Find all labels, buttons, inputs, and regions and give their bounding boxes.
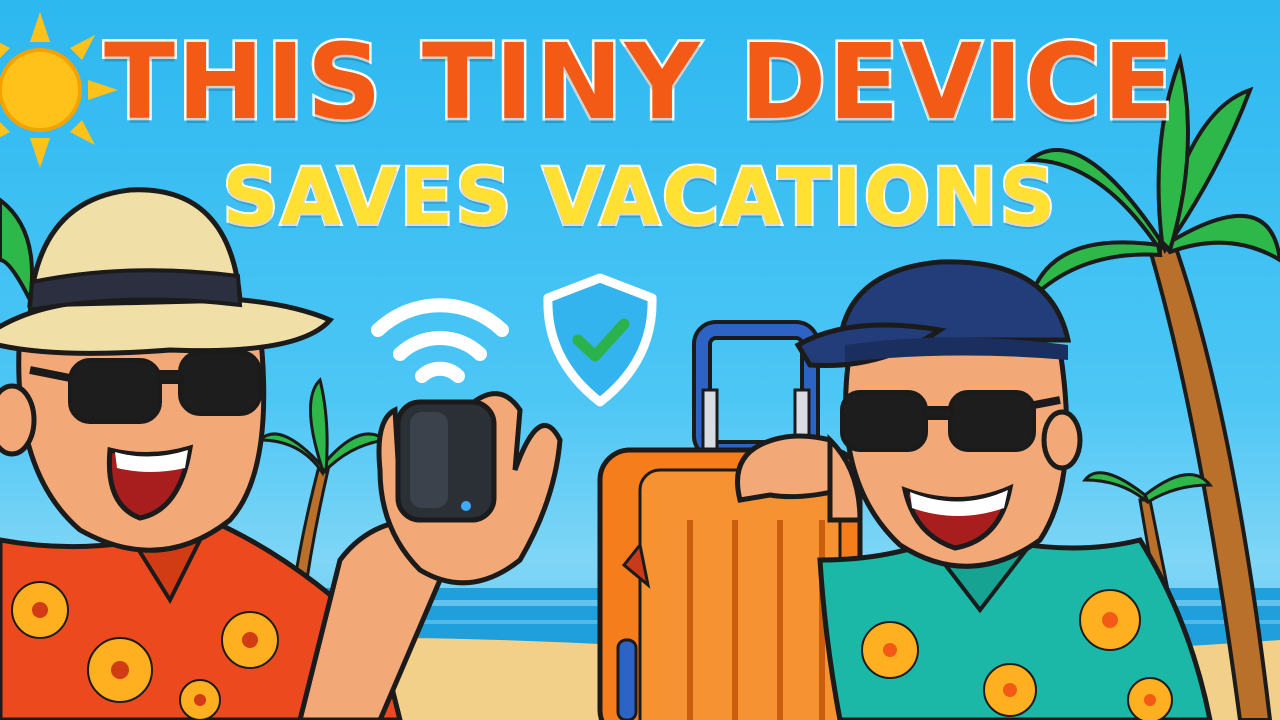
travel-router-device	[395, 399, 497, 523]
thumbnail-canvas: THIS TINY DEVICE SAVES VACATIONS	[0, 0, 1280, 720]
wifi-icon	[371, 298, 509, 383]
right-man-sunglasses	[840, 390, 1061, 452]
headline-line-2: SAVES VACATIONS	[220, 151, 1058, 245]
headline-line-1: THIS TINY DEVICE	[102, 20, 1177, 145]
baseball-cap	[794, 259, 1072, 369]
shield-check-icon	[543, 273, 657, 407]
suitcase	[597, 320, 863, 720]
